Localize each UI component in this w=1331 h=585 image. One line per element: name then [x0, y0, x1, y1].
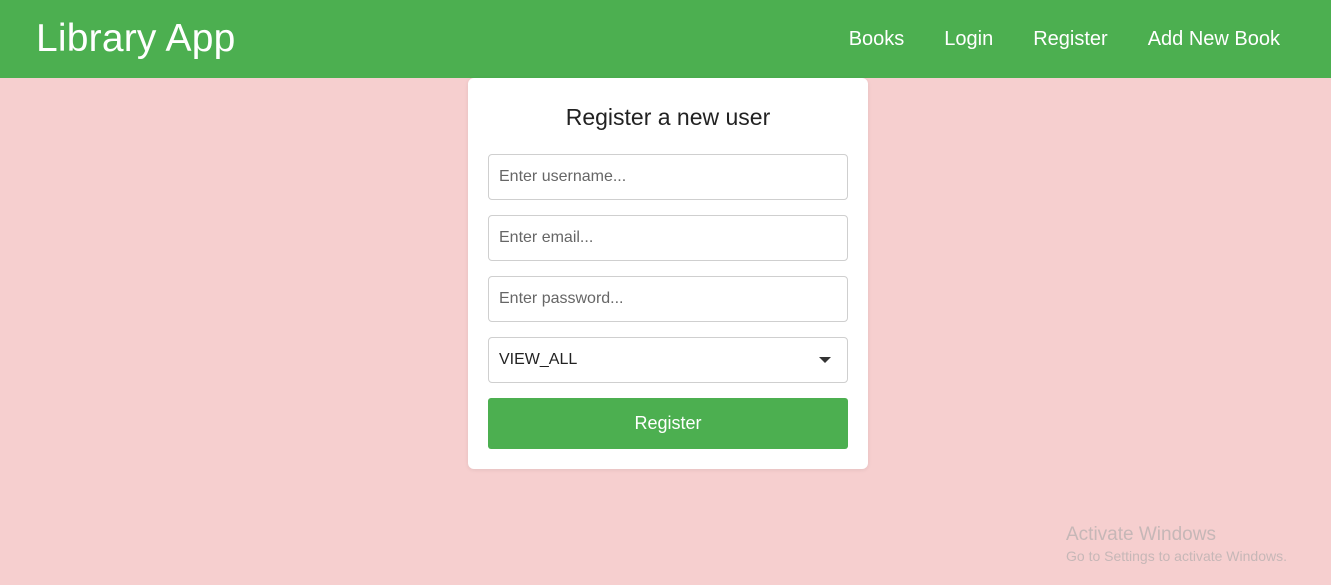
- activate-windows-watermark: Activate Windows Go to Settings to activ…: [1066, 524, 1287, 566]
- top-navbar: Library App Books Login Register Add New…: [0, 0, 1331, 78]
- role-select-value: VIEW_ALL: [499, 351, 578, 368]
- nav-links: Books Login Register Add New Book: [849, 28, 1280, 51]
- watermark-subtitle: Go to Settings to activate Windows.: [1066, 548, 1287, 564]
- nav-link-add-new-book[interactable]: Add New Book: [1148, 28, 1280, 51]
- caret-down-icon: [819, 357, 831, 363]
- password-input[interactable]: [488, 276, 848, 322]
- brand-title[interactable]: Library App: [36, 17, 236, 61]
- nav-link-register[interactable]: Register: [1033, 28, 1107, 51]
- form-title: Register a new user: [565, 104, 771, 130]
- watermark-title: Activate Windows: [1066, 524, 1216, 545]
- role-select[interactable]: VIEW_ALL: [488, 337, 848, 383]
- email-input[interactable]: [488, 215, 848, 261]
- username-input[interactable]: [488, 154, 848, 200]
- nav-link-books[interactable]: Books: [849, 28, 905, 51]
- register-button[interactable]: Register: [488, 398, 848, 449]
- register-card: Register a new user VIEW_ALL Register: [468, 78, 868, 469]
- nav-link-login[interactable]: Login: [944, 28, 993, 51]
